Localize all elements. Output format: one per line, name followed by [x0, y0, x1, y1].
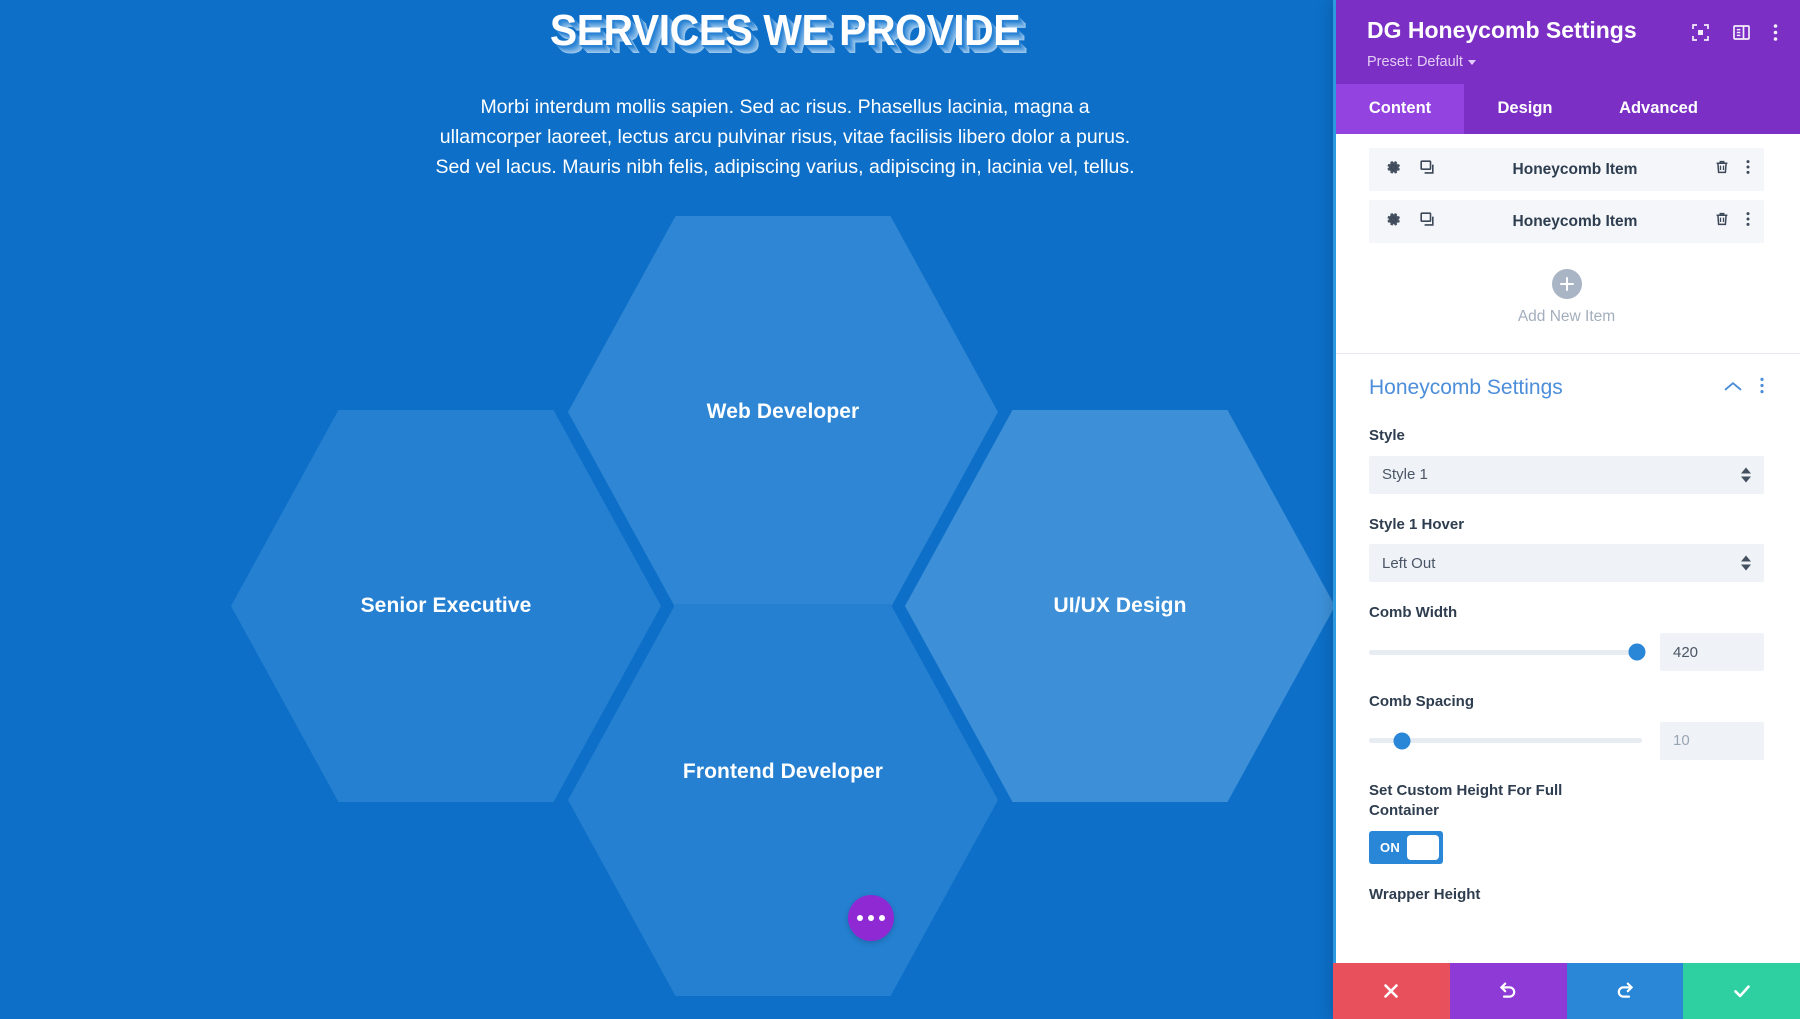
- hero-description: Morbi interdum mollis sapien. Sed ac ris…: [435, 96, 1135, 178]
- select-spinner-icon: [1741, 555, 1751, 571]
- field-comb-width: Comb Width 420: [1369, 603, 1764, 672]
- field-style: Style Style 1: [1369, 426, 1764, 494]
- preset-selector[interactable]: Preset: Default: [1367, 54, 1778, 70]
- comb-uiux-design[interactable]: UI/UX Design: [905, 410, 1335, 802]
- trash-icon[interactable]: [1714, 159, 1730, 180]
- style-select-value: Style 1: [1382, 466, 1428, 484]
- editor-screen: Web Developer Senior Executive UI/UX Des…: [0, 0, 1800, 1019]
- field-label: Wrapper Height: [1369, 886, 1481, 904]
- panel-action-bar: [1333, 963, 1800, 1019]
- chevron-down-icon: [1467, 59, 1476, 65]
- style-select[interactable]: Style 1: [1369, 455, 1764, 494]
- comb-label: Frontend Developer: [682, 760, 884, 783]
- trash-icon[interactable]: [1714, 211, 1730, 232]
- kebab-menu-icon[interactable]: [1746, 159, 1750, 180]
- slider-handle[interactable]: [1393, 732, 1411, 750]
- field-label: Style 1 Hover: [1369, 515, 1465, 533]
- select-spinner-icon: [1741, 467, 1751, 483]
- undo-button[interactable]: [1449, 963, 1567, 1019]
- comb-spacing-slider[interactable]: [1369, 731, 1642, 751]
- field-label: Set Custom Height For Full Container: [1369, 781, 1563, 820]
- field-custom-height: Set Custom Height For Full Container ON: [1369, 781, 1764, 865]
- section-title: Honeycomb Settings: [1369, 376, 1563, 399]
- style-hover-select[interactable]: Left Out: [1369, 544, 1764, 583]
- panel-scroll-body[interactable]: Honeycomb Item Honeycomb Item Add New It…: [1333, 134, 1800, 1019]
- panel-title: DG Honeycomb Settings: [1367, 17, 1637, 43]
- kebab-menu-icon[interactable]: [1773, 23, 1778, 47]
- cancel-button[interactable]: [1333, 963, 1450, 1019]
- honeycomb-items-list: Honeycomb Item Honeycomb Item Add New It…: [1333, 134, 1800, 353]
- custom-height-toggle[interactable]: ON: [1369, 831, 1443, 865]
- add-new-item-label: Add New Item: [1517, 308, 1616, 325]
- list-item-label: Honeycomb Item: [1512, 160, 1638, 178]
- kebab-menu-icon[interactable]: [1760, 377, 1764, 399]
- comb-width-value[interactable]: 420: [1660, 633, 1764, 672]
- redo-icon: [1617, 982, 1634, 998]
- style-hover-select-value: Left Out: [1382, 554, 1436, 572]
- save-button[interactable]: [1683, 963, 1800, 1019]
- field-label: Style: [1369, 427, 1405, 444]
- field-wrapper-height: Wrapper Height: [1369, 885, 1764, 906]
- undo-icon: [1499, 982, 1516, 998]
- list-item[interactable]: Honeycomb Item: [1369, 148, 1764, 191]
- comb-label: UI/UX Design: [1053, 594, 1187, 617]
- more-dots-icon: [857, 915, 863, 921]
- plus-icon: [1551, 269, 1582, 299]
- duplicate-icon[interactable]: [1419, 159, 1436, 181]
- field-label: Comb Spacing: [1369, 693, 1475, 711]
- field-label: Comb Width: [1369, 604, 1458, 622]
- comb-label: Web Developer: [706, 400, 860, 423]
- panel-header-actions: [1691, 18, 1778, 47]
- toggle-knob: [1407, 835, 1439, 861]
- comb-frontend-developer[interactable]: Frontend Developer: [568, 604, 998, 996]
- more-dots-icon: [868, 915, 874, 921]
- list-item-label: Honeycomb Item: [1512, 212, 1638, 230]
- slider-track: [1369, 649, 1642, 655]
- check-icon: [1733, 985, 1750, 998]
- comb-senior-executive[interactable]: Senior Executive: [231, 410, 661, 802]
- field-comb-spacing: Comb Spacing 10: [1369, 692, 1764, 760]
- chevron-up-icon[interactable]: [1724, 379, 1742, 397]
- list-item[interactable]: Honeycomb Item: [1369, 200, 1764, 243]
- comb-label: Senior Executive: [360, 594, 532, 617]
- comb-spacing-value[interactable]: 10: [1660, 721, 1764, 760]
- tab-design[interactable]: Design: [1464, 84, 1586, 134]
- tab-advanced[interactable]: Advanced: [1586, 84, 1731, 134]
- divi-fab-button[interactable]: [848, 895, 894, 941]
- honeycomb-settings-section: Honeycomb Settings Style Style 1 Style 1…: [1333, 354, 1800, 906]
- add-new-item-button[interactable]: Add New Item: [1369, 252, 1764, 353]
- duplicate-icon[interactable]: [1419, 211, 1436, 233]
- module-settings-panel: DG Honeycomb Settings Preset: Default Co…: [1333, 0, 1800, 1019]
- gear-icon[interactable]: [1385, 211, 1402, 233]
- preset-label: Preset: Default: [1367, 54, 1463, 70]
- slider-handle[interactable]: [1628, 643, 1646, 661]
- focus-icon[interactable]: [1691, 23, 1710, 47]
- panel-tabs: Content Design Advanced: [1333, 84, 1800, 134]
- close-icon: [1384, 984, 1399, 998]
- panel-header: DG Honeycomb Settings Preset: Default: [1333, 0, 1800, 84]
- toggle-state-label: ON: [1380, 840, 1401, 856]
- redo-button[interactable]: [1566, 963, 1684, 1019]
- comb-width-slider[interactable]: [1369, 642, 1646, 662]
- gear-icon[interactable]: [1385, 159, 1402, 181]
- more-dots-icon: [879, 915, 885, 921]
- kebab-menu-icon[interactable]: [1746, 211, 1750, 232]
- page-title: SERVICES WE PROVIDE: [549, 6, 1021, 55]
- tab-content[interactable]: Content: [1336, 84, 1464, 134]
- layout-panel-icon[interactable]: [1732, 23, 1751, 47]
- section-header[interactable]: Honeycomb Settings: [1369, 376, 1764, 400]
- comb-web-developer[interactable]: Web Developer: [568, 216, 998, 608]
- field-style-hover: Style 1 Hover Left Out: [1369, 515, 1764, 583]
